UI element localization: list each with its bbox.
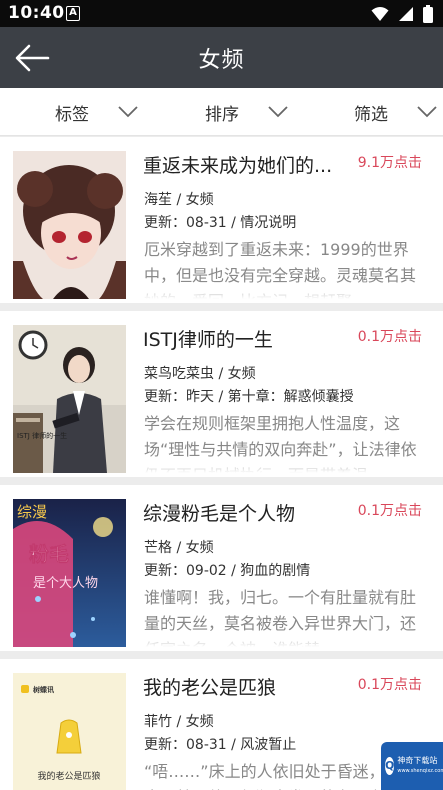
cover-title-top: 综漫 [17, 503, 47, 521]
chevron-down-icon [118, 106, 138, 118]
book-cover-image: 树蝶讯 我的老公是匹狼 [13, 673, 126, 790]
filter-screen-label: 筛选 [354, 104, 388, 125]
filter-bar: 标签 排序 筛选 [0, 88, 443, 136]
book-cover-image [13, 151, 126, 299]
book-cover-image: 综漫 粉毛 是个大人物 [13, 499, 126, 647]
book-update: 更新：08-31 / 情况说明 [144, 215, 297, 231]
cover-brand: 树蝶讯 [33, 685, 54, 694]
status-time: 10:40 [8, 3, 65, 23]
chevron-down-icon [268, 106, 288, 118]
book-card[interactable]: 综漫 粉毛 是个大人物 综漫粉毛是个人物 0.1万点击 芒格 / 女频 更新：0… [0, 485, 443, 651]
book-update: 更新：昨天 / 第十章：解惑倾囊授 [144, 389, 354, 405]
page-title: 女频 [198, 48, 245, 73]
signal-icon [399, 7, 413, 21]
filter-tags-label: 标签 [55, 104, 89, 125]
book-description: 厄米穿越到了重返未来：1999的世界中，但是也没有完全穿越。灵魂莫名其妙的，爱回… [144, 237, 426, 299]
site-watermark: Q 神奇下载站 www.shenqixz.com [381, 742, 443, 790]
app-bar: 女频 [0, 27, 443, 88]
chevron-down-icon [417, 106, 437, 118]
notification-icon: A [66, 6, 80, 21]
book-description: 谁懂啊！我，归七。一个有肚量就有肚量的天丝，莫名被卷入异世界大门，还任官之名一个… [144, 585, 426, 647]
battery-icon [423, 5, 433, 23]
book-title: ISTJ律师的一生 [143, 329, 273, 351]
book-clicks: 0.1万点击 [357, 329, 422, 345]
watermark-line2: www.shenqixz.com [397, 768, 443, 774]
cover-title-bottom: 是个大人物 [33, 576, 98, 591]
filter-tags-dropdown[interactable]: 标签 [55, 100, 138, 125]
cover-title: 我的老公是匹狼 [37, 770, 100, 782]
book-clicks: 0.1万点击 [357, 677, 422, 693]
book-title: 我的老公是匹狼 [143, 677, 277, 699]
filter-sort-dropdown[interactable]: 排序 [205, 100, 288, 125]
watermark-text: 神奇下载站 www.shenqixz.com [397, 756, 443, 776]
status-bar: 10:40 A [0, 0, 443, 27]
book-title: 重返未来成为她们的... [143, 155, 333, 177]
cover-title-mid: 粉毛 [29, 542, 69, 566]
wifi-icon [371, 7, 389, 21]
book-update: 更新：08-31 / 风波暂止 [144, 737, 297, 753]
book-title: 综漫粉毛是个人物 [143, 503, 296, 525]
filter-screen-dropdown[interactable]: 筛选 [354, 100, 437, 125]
filter-sort-label: 排序 [205, 104, 239, 125]
system-icons [371, 4, 433, 24]
book-description: 学会在规则框架里拥抱人性温度，这场“理性与共情的双向奔赴”，让法律依仍不再只机械… [144, 411, 426, 473]
book-author-genre: 芒格 / 女频 [144, 540, 214, 556]
book-card[interactable]: ISTJ 律师的一生 ISTJ律师的一生 0.1万点击 菜鸟吃菜虫 / 女频 更… [0, 311, 443, 477]
watermark-line1: 神奇下载站 [397, 756, 438, 765]
book-card[interactable]: 树蝶讯 我的老公是匹狼 我的老公是匹狼 0.1万点击 菲竹 / 女频 更新：08… [0, 659, 443, 790]
book-clicks: 0.1万点击 [357, 503, 422, 519]
book-author-genre: 菜鸟吃菜虫 / 女频 [144, 366, 256, 382]
watermark-logo-icon: Q [385, 757, 395, 775]
book-author-genre: 海苼 / 女频 [144, 192, 214, 208]
cover-text: ISTJ 律师的一生 [17, 431, 67, 440]
book-update: 更新：09-02 / 狗血的剧情 [144, 563, 311, 579]
book-card[interactable]: 重返未来成为她们的... 9.1万点击 海苼 / 女频 更新：08-31 / 情… [0, 137, 443, 303]
book-clicks: 9.1万点击 [357, 155, 422, 171]
book-cover-image: ISTJ 律师的一生 [13, 325, 126, 473]
book-author-genre: 菲竹 / 女频 [144, 714, 214, 730]
